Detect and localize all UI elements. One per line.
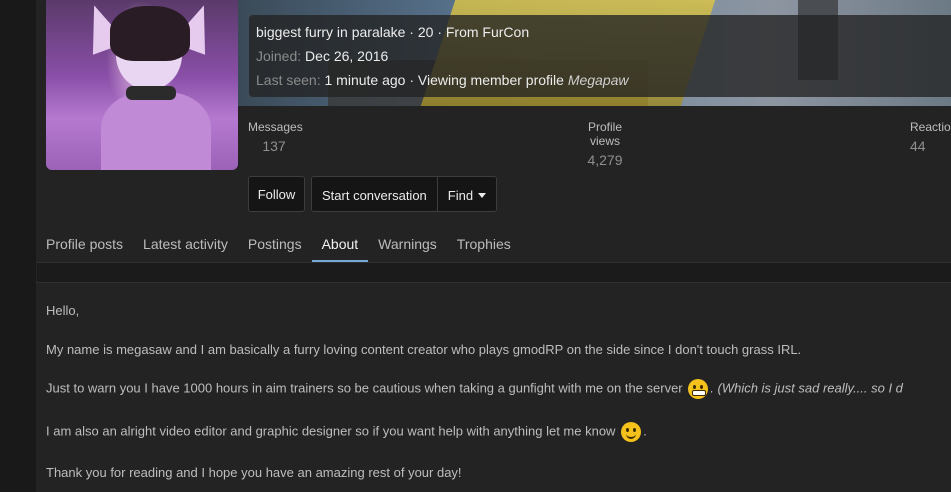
last-seen-info: Last seen: 1 minute ago · Viewing member… [256,72,629,88]
tab-latest-activity[interactable]: Latest activity [133,228,238,260]
avatar[interactable] [46,0,238,170]
follow-button[interactable]: Follow [248,176,305,212]
about-line-aim-text: Just to warn you I have 1000 hours in ai… [46,380,683,396]
action-button-group: Start conversation Find [311,176,498,212]
stat-messages-value: 137 [262,138,286,154]
stat-messages-label: Messages [248,120,303,134]
profile-action-buttons: Follow Start conversation Find [248,176,498,212]
tab-warnings[interactable]: Warnings [368,228,447,260]
left-rail [0,0,37,491]
stat-reactions-label: Reaction [910,120,951,134]
joined-label: Joined: [256,48,302,64]
about-line-editor: I am also an alright video editor and gr… [46,422,647,442]
about-line-aim-aside: . (Which is just sad really.... so I d [710,380,903,396]
about-line-intro: My name is megasaw and I am basically a … [46,342,802,357]
tab-profile-posts[interactable]: Profile posts [36,228,133,260]
last-seen-target[interactable]: Megapaw [568,72,629,88]
smiling-face-icon [621,422,642,442]
last-seen-label: Last seen: [256,72,321,88]
about-line-editor-text: I am also an alright video editor and gr… [46,423,616,439]
tab-postings[interactable]: Postings [238,228,312,260]
about-line-thanks: Thank you for reading and I hope you hav… [46,465,462,480]
stat-reactions-value: 44 [910,138,926,154]
stat-reactions[interactable]: Reaction 44 [910,120,951,154]
caret-down-icon [478,192,487,198]
about-section: Hello, My name is megasaw and I am basic… [36,282,951,492]
find-button-label: Find [447,187,474,203]
tab-trophies[interactable]: Trophies [447,228,521,260]
stat-messages[interactable]: Messages 137 [248,120,303,154]
about-line-aim: Just to warn you I have 1000 hours in ai… [46,379,903,399]
stat-views-label: Profile views [587,120,622,148]
grinning-face-icon [688,379,709,399]
stat-views-value: 4,279 [587,152,623,168]
joined-date[interactable]: Dec 26, 2016 [305,48,388,64]
about-line-greeting: Hello, [46,303,80,318]
joined-info: Joined: Dec 26, 2016 [256,48,388,64]
find-button[interactable]: Find [436,177,497,211]
tab-about[interactable]: About [311,228,369,262]
profile-tagline: biggest furry in paralake · 20 · From Fu… [256,24,530,40]
last-seen-value: 1 minute ago · Viewing member profile [324,72,564,88]
start-conversation-button[interactable]: Start conversation [312,177,437,211]
about-line-editor-end: . [643,423,647,439]
stat-profile-views: Profile views 4,279 [572,120,638,168]
profile-tabs: Profile posts Latest activity Postings A… [36,228,521,262]
